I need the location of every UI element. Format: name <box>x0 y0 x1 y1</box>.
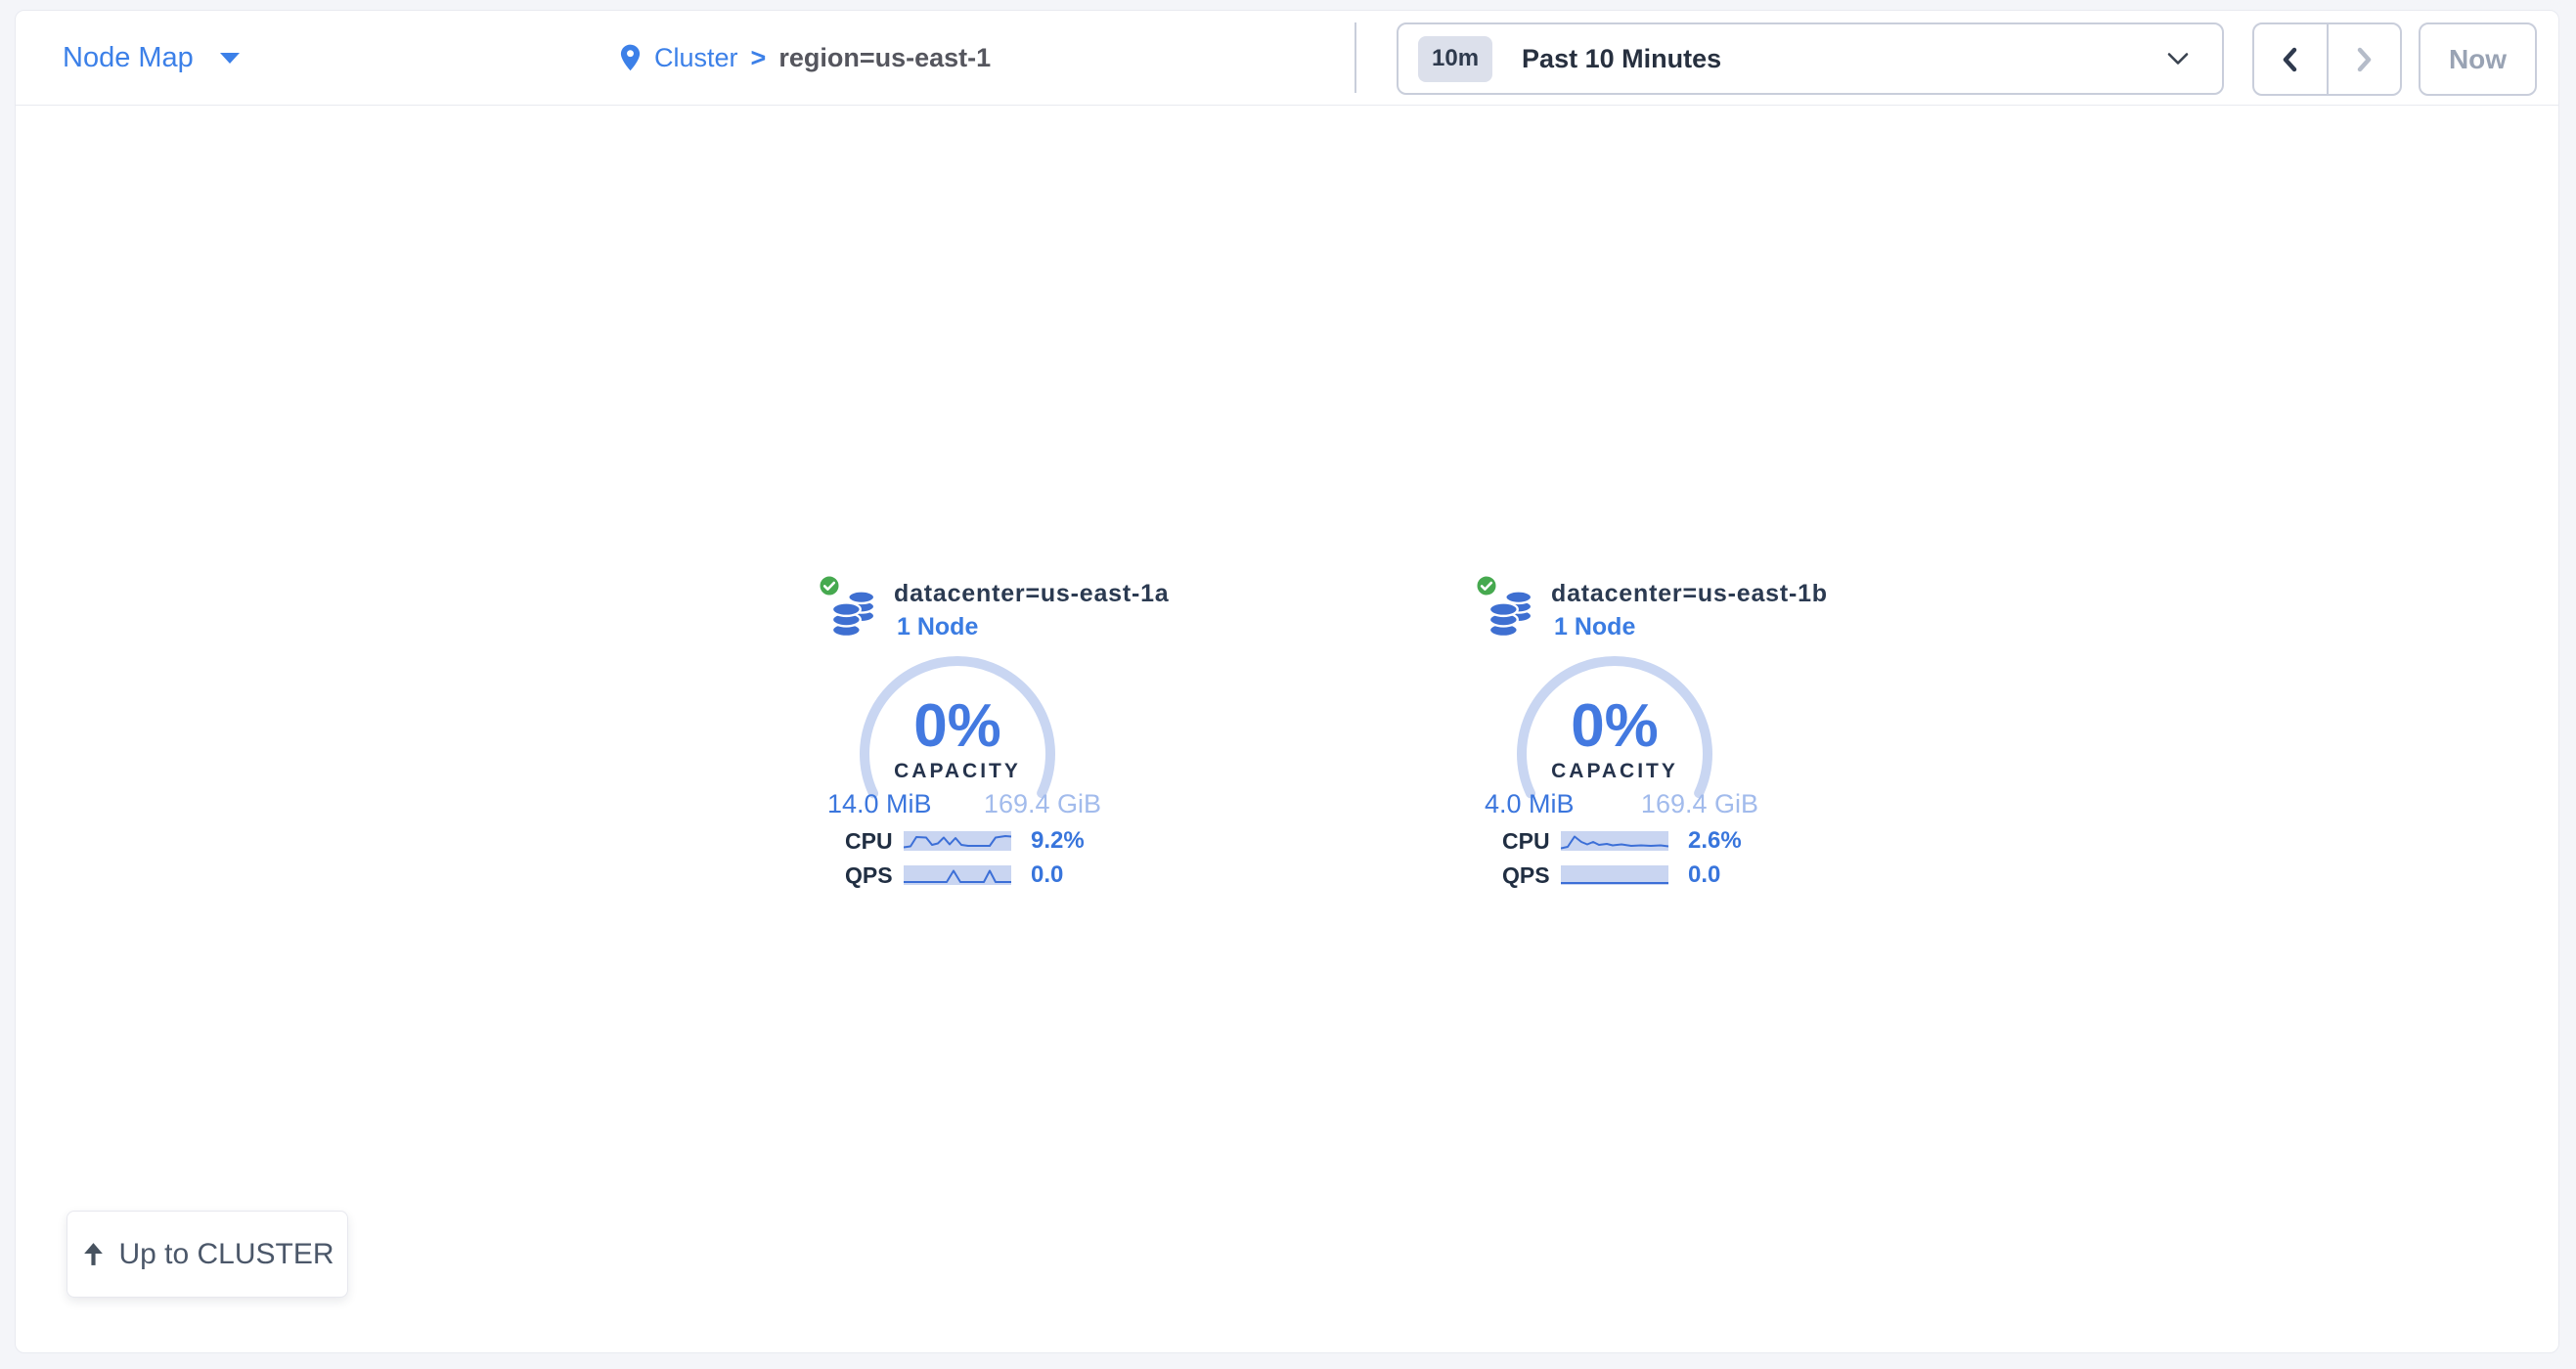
breadcrumb-current: region=us-east-1 <box>778 43 991 73</box>
node-map-canvas: datacenter=us-east-1a 1 Node 0% CAPACITY… <box>16 106 2558 1353</box>
location-pin-icon <box>619 43 642 72</box>
datacenter-node-count[interactable]: 1 Node <box>897 613 978 641</box>
chevron-right-icon <box>2353 47 2375 72</box>
capacity-values: 4.0 MiB 169.4 GiB <box>1485 789 1758 819</box>
capacity-percent: 0% <box>1507 699 1722 754</box>
chevron-left-icon <box>2280 47 2301 72</box>
capacity-used: 14.0 MiB <box>827 789 932 819</box>
capacity-total: 169.4 GiB <box>1641 789 1758 819</box>
qps-stat-row: QPS 0.0 <box>845 862 1107 888</box>
time-pager <box>2252 22 2402 96</box>
node-map-page: Node Map Cluster > region=us-east-1 10m … <box>15 10 2559 1353</box>
capacity-used: 4.0 MiB <box>1485 789 1575 819</box>
cpu-label: CPU <box>845 828 890 855</box>
cpu-sparkline <box>904 831 1011 851</box>
cpu-label: CPU <box>1502 828 1547 855</box>
time-range-dropdown[interactable]: 10m Past 10 Minutes <box>1397 22 2224 95</box>
view-selector-dropdown[interactable]: Node Map <box>63 11 241 105</box>
qps-label: QPS <box>845 862 890 889</box>
capacity-percent: 0% <box>850 699 1065 754</box>
healthy-check-icon <box>818 574 841 597</box>
capacity-label: CAPACITY <box>850 760 1065 783</box>
capacity-values: 14.0 MiB 169.4 GiB <box>827 789 1101 819</box>
cpu-stat-row: CPU 9.2% <box>845 828 1107 854</box>
datacenter-name: datacenter=us-east-1b <box>1551 580 1828 608</box>
capacity-label: CAPACITY <box>1507 760 1722 783</box>
cpu-value: 2.6% <box>1688 827 1742 855</box>
topbar: Node Map Cluster > region=us-east-1 10m … <box>16 11 2558 106</box>
datacenter-stats: CPU 2.6% QPS 0.0 <box>1502 828 1764 897</box>
breadcrumb-separator: > <box>751 43 767 73</box>
time-range-badge: 10m <box>1418 36 1492 82</box>
qps-stat-row: QPS 0.0 <box>1502 862 1764 888</box>
datacenter-node-count[interactable]: 1 Node <box>1554 613 1635 641</box>
datacenter-name: datacenter=us-east-1a <box>894 580 1170 608</box>
view-selector-label: Node Map <box>63 42 194 74</box>
datacenter-card[interactable]: datacenter=us-east-1a 1 Node 0% CAPACITY… <box>822 572 1107 900</box>
breadcrumb: Cluster > region=us-east-1 <box>619 11 991 105</box>
qps-sparkline <box>1561 865 1668 885</box>
chevron-down-caret-icon <box>219 52 241 65</box>
capacity-total: 169.4 GiB <box>984 789 1101 819</box>
qps-value: 0.0 <box>1031 861 1063 889</box>
time-range-label: Past 10 Minutes <box>1522 44 1721 74</box>
qps-sparkline <box>904 865 1011 885</box>
up-to-cluster-label: Up to CLUSTER <box>118 1238 333 1271</box>
topbar-divider <box>1355 22 1356 93</box>
cpu-value: 9.2% <box>1031 827 1085 855</box>
qps-value: 0.0 <box>1688 861 1720 889</box>
datacenter-stats: CPU 9.2% QPS 0.0 <box>845 828 1107 897</box>
prev-time-button[interactable] <box>2254 24 2329 94</box>
arrow-up-icon <box>80 1241 107 1267</box>
now-button[interactable]: Now <box>2419 22 2537 96</box>
up-to-cluster-button[interactable]: Up to CLUSTER <box>67 1211 348 1298</box>
cpu-stat-row: CPU 2.6% <box>1502 828 1764 854</box>
healthy-check-icon <box>1475 574 1498 597</box>
next-time-button[interactable] <box>2329 24 2401 94</box>
cpu-sparkline <box>1561 831 1668 851</box>
datacenter-card[interactable]: datacenter=us-east-1b 1 Node 0% CAPACITY… <box>1479 572 1764 900</box>
breadcrumb-cluster-link[interactable]: Cluster <box>654 43 738 73</box>
chevron-down-icon <box>2167 53 2189 66</box>
qps-label: QPS <box>1502 862 1547 889</box>
